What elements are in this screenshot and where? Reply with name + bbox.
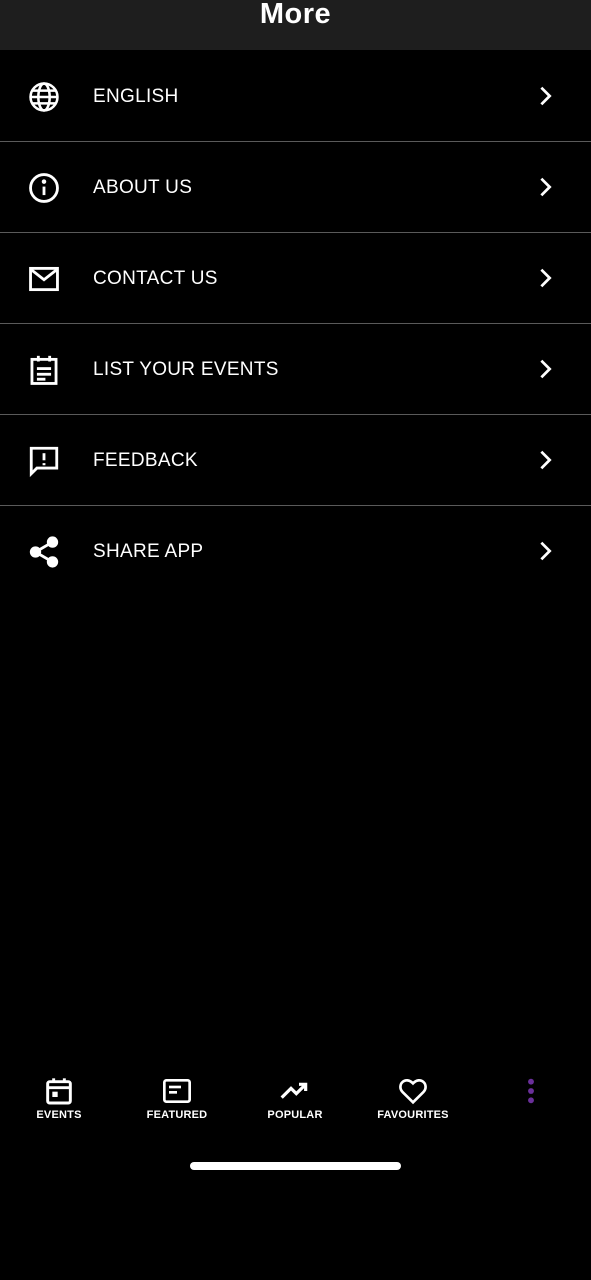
nav-item-featured[interactable]: FEATURED — [118, 1070, 236, 1134]
menu-item-language[interactable]: ENGLISH — [0, 51, 591, 142]
info-icon — [27, 171, 61, 205]
more-vertical-icon — [515, 1075, 547, 1107]
menu-item-about-us[interactable]: ABOUT US — [0, 142, 591, 233]
nav-label: FEATURED — [146, 1109, 208, 1121]
nav-item-popular[interactable]: POPULAR — [236, 1070, 354, 1134]
chevron-right-icon — [535, 540, 557, 562]
nav-item-more[interactable] — [472, 1070, 590, 1134]
menu-item-label: FEEDBACK — [93, 450, 198, 471]
event-note-icon — [27, 353, 61, 387]
globe-icon — [27, 80, 61, 114]
menu-item-contact-us[interactable]: CONTACT US — [0, 233, 591, 324]
menu-item-label: LIST YOUR EVENTS — [93, 359, 279, 380]
home-indicator[interactable] — [190, 1162, 401, 1170]
nav-label: EVENTS — [36, 1109, 82, 1121]
bottom-navigation: EVENTS FEATURED POPULAR FAVOURITES — [0, 1070, 591, 1134]
menu-item-list-your-events[interactable]: LIST YOUR EVENTS — [0, 324, 591, 415]
more-menu-list: ENGLISH ABOUT US CONTACT US LIST YOUR EV… — [0, 51, 591, 597]
menu-item-label: SHARE APP — [93, 541, 204, 562]
chevron-right-icon — [535, 267, 557, 289]
menu-item-label: ABOUT US — [93, 177, 193, 198]
nav-label: POPULAR — [267, 1109, 323, 1121]
share-icon — [27, 535, 61, 569]
heart-icon — [397, 1075, 429, 1107]
nav-item-events[interactable]: EVENTS — [0, 1070, 118, 1134]
menu-item-label: ENGLISH — [93, 86, 179, 107]
menu-item-label: CONTACT US — [93, 268, 218, 289]
page-title: More — [259, 0, 332, 30]
mail-icon — [27, 262, 61, 296]
featured-icon — [161, 1075, 193, 1107]
top-app-bar: More — [0, 0, 591, 50]
chevron-right-icon — [535, 85, 557, 107]
menu-item-share-app[interactable]: SHARE APP — [0, 506, 591, 597]
calendar-icon — [43, 1075, 75, 1107]
nav-label: FAVOURITES — [377, 1109, 449, 1121]
chevron-right-icon — [535, 358, 557, 380]
chevron-right-icon — [535, 176, 557, 198]
feedback-icon — [27, 444, 61, 478]
chevron-right-icon — [535, 449, 557, 471]
menu-item-feedback[interactable]: FEEDBACK — [0, 415, 591, 506]
nav-item-favourites[interactable]: FAVOURITES — [354, 1070, 472, 1134]
trending-up-icon — [279, 1075, 311, 1107]
